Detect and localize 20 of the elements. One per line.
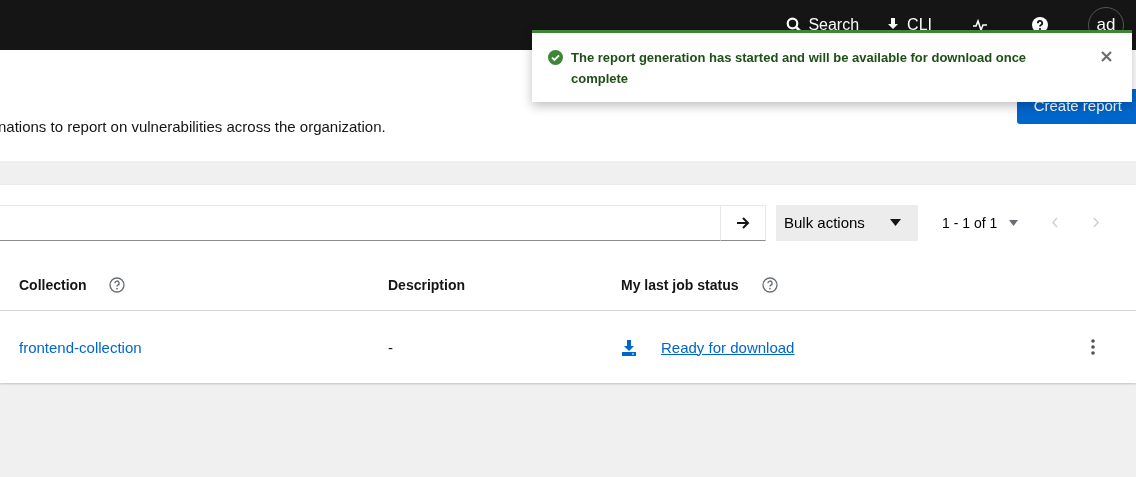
download-icon[interactable] bbox=[621, 338, 637, 356]
column-header: My last job status bbox=[621, 277, 739, 293]
collection-link[interactable]: frontend-collection bbox=[19, 338, 142, 356]
success-icon bbox=[548, 50, 563, 65]
kebab-menu-icon[interactable] bbox=[1091, 339, 1095, 355]
submit-button[interactable] bbox=[720, 204, 766, 241]
table-cell: - bbox=[388, 338, 393, 356]
activity-icon[interactable] bbox=[972, 18, 988, 32]
search-field[interactable] bbox=[0, 204, 720, 241]
column-header: Collection bbox=[19, 277, 87, 293]
arrow-right-icon bbox=[736, 215, 750, 230]
bulk-actions-dropdown[interactable]: Bulk actions bbox=[776, 204, 918, 241]
close-icon[interactable] bbox=[1101, 51, 1112, 62]
download-link[interactable]: Ready for download bbox=[661, 338, 795, 356]
caret-icon bbox=[890, 219, 901, 226]
caret-icon bbox=[1009, 219, 1019, 226]
toast-message: The report generation has started and will be available for download once complete bbox=[571, 49, 1028, 88]
pagination-dropdown[interactable]: 1 - 1 of 1 bbox=[942, 214, 1019, 231]
search-button[interactable]: Search bbox=[786, 16, 860, 34]
column-header: Description bbox=[388, 277, 465, 293]
